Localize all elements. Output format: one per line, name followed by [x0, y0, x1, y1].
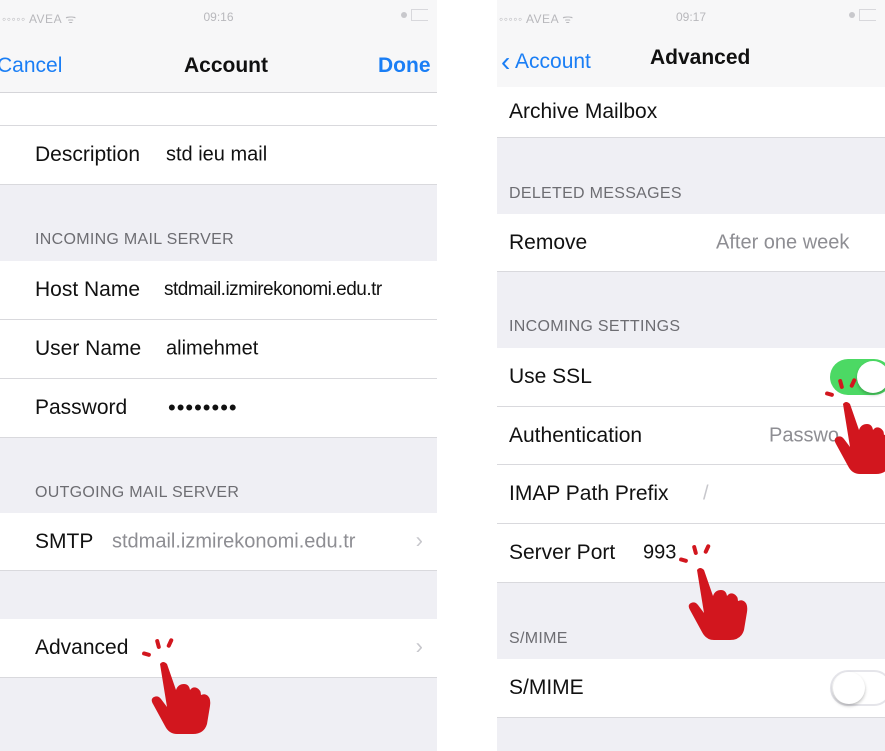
- cancel-button[interactable]: Cancel: [0, 54, 62, 78]
- outgoing-mail-server-header: OUTGOING MAIL SERVER: [35, 484, 240, 501]
- nav-bar: Cancel Account Done: [0, 32, 437, 93]
- page-title: Advanced: [650, 46, 751, 69]
- authentication-label: Authentication: [509, 423, 643, 447]
- status-time: 09:17: [675, 10, 707, 24]
- page-title: Account: [184, 54, 268, 77]
- description-label: Description: [35, 143, 141, 166]
- incoming-mail-server-header: INCOMING MAIL SERVER: [35, 231, 234, 248]
- description-field[interactable]: std ieu mail: [166, 144, 267, 167]
- chevron-right-icon: ›: [415, 633, 423, 659]
- imap-path-prefix-field[interactable]: /: [703, 483, 709, 506]
- server-port-label: Server Port: [509, 541, 616, 564]
- status-bar: ◦◦◦◦◦ AVEA ᯤ 09:16: [0, 0, 437, 32]
- battery-icon: [401, 9, 431, 21]
- account-screen: ◦◦◦◦◦ AVEA ᯤ 09:16 Cancel Account Done D…: [0, 0, 437, 751]
- status-time: 09:16: [203, 10, 234, 24]
- host-name-label: Host Name: [35, 278, 141, 301]
- use-ssl-label: Use SSL: [509, 365, 592, 388]
- smime-header: S/MIME: [509, 630, 568, 647]
- status-bar: ◦◦◦◦◦ AVEA ᯤ 09:17: [497, 0, 885, 32]
- pointing-hand-icon: [825, 378, 885, 474]
- archive-mailbox-row[interactable]: Archive Mailbox: [497, 87, 885, 138]
- chevron-left-icon: ‹: [501, 46, 511, 77]
- remove-row[interactable]: Remove After one week: [497, 214, 885, 272]
- server-port-field[interactable]: 993: [643, 542, 676, 565]
- battery-icon: [849, 9, 879, 21]
- incoming-settings-header: INCOMING SETTINGS: [509, 318, 681, 335]
- nav-bar: ‹ Account Advanced: [497, 32, 885, 88]
- remove-label: Remove: [509, 230, 588, 254]
- smime-label: S/MIME: [509, 676, 584, 699]
- smime-row: S/MIME: [497, 659, 885, 718]
- back-button[interactable]: ‹ Account: [501, 46, 591, 78]
- back-button-label: Account: [515, 50, 591, 73]
- password-label: Password: [35, 396, 128, 419]
- remove-value: After one week: [716, 231, 850, 253]
- smtp-label: SMTP: [35, 529, 94, 553]
- host-name-row[interactable]: Host Name stdmail.izmirekonomi.edu.tr: [0, 261, 437, 320]
- archive-mailbox-label: Archive Mailbox: [509, 100, 658, 123]
- user-name-field[interactable]: alimehmet: [166, 338, 258, 361]
- smtp-row[interactable]: SMTP stdmail.izmirekonomi.edu.tr ›: [0, 513, 437, 571]
- advanced-screen: ◦◦◦◦◦ AVEA ᯤ 09:17 ‹ Account Advanced Ar…: [497, 0, 885, 751]
- deleted-messages-header: DELETED MESSAGES: [509, 185, 682, 202]
- done-button[interactable]: Done: [378, 54, 431, 78]
- imap-path-prefix-label: IMAP Path Prefix: [509, 482, 669, 505]
- pointing-hand-icon: [679, 544, 748, 640]
- host-name-field[interactable]: stdmail.izmirekonomi.edu.tr: [164, 279, 382, 301]
- chevron-right-icon: ›: [415, 527, 423, 553]
- advanced-label: Advanced: [35, 636, 129, 659]
- smtp-value: stdmail.izmirekonomi.edu.tr: [112, 530, 356, 552]
- pointing-hand-icon: [142, 638, 211, 734]
- user-name-row[interactable]: User Name alimehmet: [0, 320, 437, 379]
- password-field[interactable]: ••••••••: [168, 395, 238, 421]
- smime-toggle[interactable]: [830, 670, 885, 706]
- partial-row: [0, 93, 437, 126]
- user-name-label: User Name: [35, 337, 142, 360]
- password-row[interactable]: Password ••••••••: [0, 379, 437, 438]
- description-row[interactable]: Description std ieu mail: [0, 126, 437, 185]
